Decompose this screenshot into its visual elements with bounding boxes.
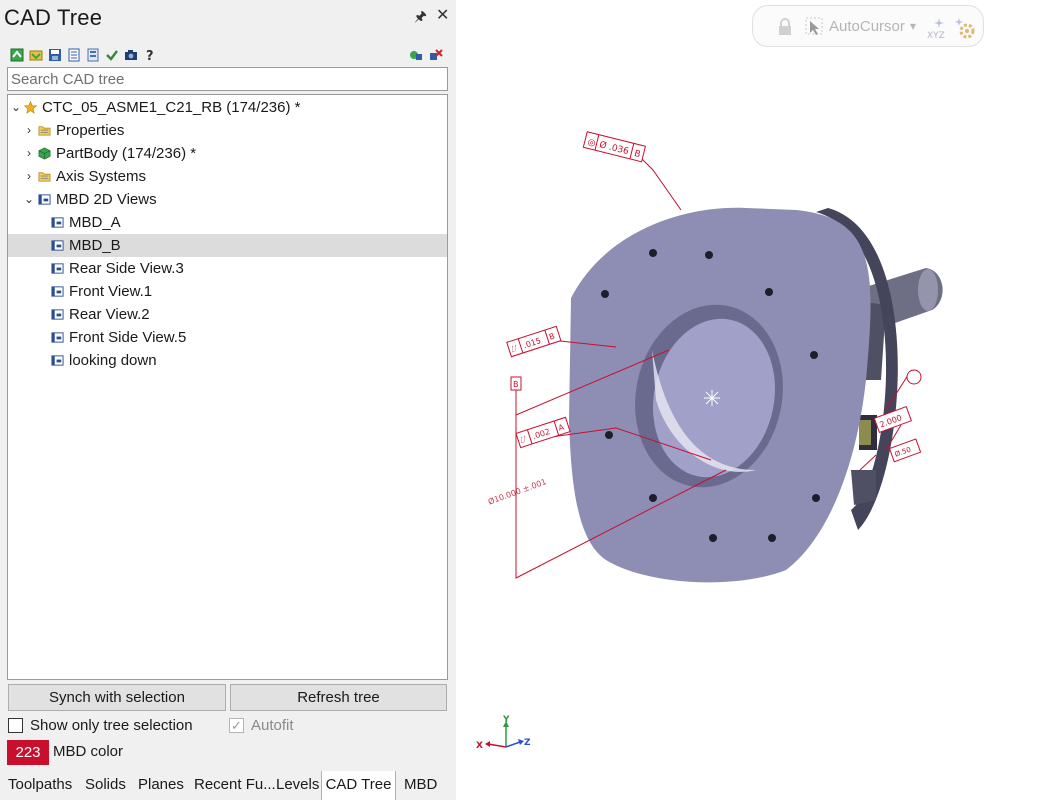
view-icon [51,355,64,366]
show-only-selection-label: Show only tree selection [30,717,193,734]
tree-item-label: looking down [69,352,157,369]
chevron-right-icon[interactable]: › [23,119,35,142]
show-only-selection-checkbox[interactable] [8,718,23,733]
tree-item-looking-down[interactable]: looking down [8,349,447,372]
tree-item-label: Properties [56,122,125,139]
tree-item-label: Rear Side View.3 [69,260,184,277]
tab-cad-tree[interactable]: CAD Tree [321,771,396,800]
tree-toolbar: ? [10,47,446,65]
tab-planes[interactable]: Planes [138,771,184,800]
pin-icon[interactable]: 🖈 [414,8,427,24]
collapse-tree-icon[interactable] [29,48,43,62]
axis-triad: Y X Z [476,715,531,751]
autofit-checkbox: ✓ [229,718,244,733]
tab-toolpaths[interactable]: Toolpaths [8,771,72,800]
tab-solids[interactable]: Solids [85,771,126,800]
tree-item-rear-view-2[interactable]: Rear View.2 [8,303,447,326]
axis-z-label: Z [524,738,531,748]
axis-x-label: X [476,741,483,751]
tree-item-mbd-a[interactable]: MBD_A [8,211,447,234]
tree-item-root[interactable]: ⌄ CTC_05_ASME1_C21_RB (174/236) * [8,96,447,119]
tree-item-label: MBD_B [69,237,121,254]
chevron-down-icon[interactable]: ⌄ [23,188,35,211]
camera-icon[interactable] [124,48,138,62]
gdt-label: Ø10.000 ±.001 [487,476,548,506]
view-icon [51,240,64,251]
synch-with-selection-button[interactable]: Synch with selection [8,684,226,711]
tree-item-front-side-view-5[interactable]: Front Side View.5 [8,326,447,349]
cube-icon [38,147,51,160]
svg-text:?: ? [146,49,154,62]
show-only-selection-option[interactable]: Show only tree selection [8,716,208,736]
document-icon[interactable] [67,48,81,62]
chevron-right-icon[interactable]: › [23,165,35,188]
expand-tree-icon[interactable] [10,48,24,62]
graphics-viewport[interactable]: AutoCursor ▾ XYZ ◎ Ø .036 B ⌰ .015 B ⌰ .… [456,0,1042,800]
tree-item-front-view-1[interactable]: Front View.1 [8,280,447,303]
tree-item-label: CTC_05_ASME1_C21_RB (174/236) * [42,99,301,116]
part-3d-model[interactable]: ◎ Ø .036 B ⌰ .015 B ⌰ .002 A B Ø10.000 ±… [456,0,1042,800]
remove-icon[interactable] [429,48,443,62]
checkmark-icon[interactable] [105,48,119,62]
view-icon [51,309,64,320]
group-icon[interactable] [409,48,423,62]
tab-mbd[interactable]: MBD [404,771,437,800]
panel-tabs: Toolpaths Solids Planes Recent Fu... Lev… [0,771,456,800]
tree-item-rear-side-view-3[interactable]: Rear Side View.3 [8,257,447,280]
tree-item-label: PartBody (174/236) * [56,145,197,162]
view-icon [38,194,51,205]
folder-icon [38,126,51,136]
tree-item-mbd-b[interactable]: MBD_B [8,234,447,257]
autofit-option: ✓ Autofit [229,716,329,736]
tree-item-label: Front View.1 [69,283,153,300]
help-icon[interactable]: ? [143,48,157,62]
autofit-label: Autofit [251,717,294,734]
close-icon[interactable]: ✕ [436,8,449,24]
tree-item-label: MBD 2D Views [56,191,157,208]
axis-y-label: Y [502,715,510,725]
svg-text:B: B [513,380,519,389]
panel-title: CAD Tree [4,5,103,30]
star-icon [24,101,37,114]
tree-item-partbody[interactable]: › PartBody (174/236) * [8,142,447,165]
refresh-tree-button[interactable]: Refresh tree [230,684,447,711]
search-input[interactable] [7,67,448,91]
tab-recent-functions[interactable]: Recent Fu... [194,771,276,800]
save-icon[interactable] [48,48,62,62]
list-icon[interactable] [86,48,100,62]
tree-item-label: Axis Systems [56,168,147,185]
chevron-down-icon[interactable]: ⌄ [10,96,22,119]
tree-item-axis-systems[interactable]: › Axis Systems [8,165,447,188]
view-icon [51,332,64,343]
tree-item-label: MBD_A [69,214,121,231]
tree-item-label: Rear View.2 [69,306,150,323]
view-icon [51,217,64,228]
cad-tree-panel: CAD Tree 🖈 ✕ ? ⌄ CTC_05_ASME1_C21_RB (17… [0,0,456,800]
tree-item-label: Front Side View.5 [69,329,187,346]
chevron-right-icon[interactable]: › [23,142,35,165]
tab-levels[interactable]: Levels [276,771,319,800]
view-icon [51,263,64,274]
mbd-color-swatch[interactable]: 223 [7,740,49,765]
tree-item-mbd-2d-views[interactable]: ⌄ MBD 2D Views [8,188,447,211]
cad-tree: ⌄ CTC_05_ASME1_C21_RB (174/236) * › Prop… [7,94,448,680]
tree-item-properties[interactable]: › Properties [8,119,447,142]
mbd-color-label: MBD color [53,743,124,760]
view-icon [51,286,64,297]
folder-icon [38,172,51,182]
